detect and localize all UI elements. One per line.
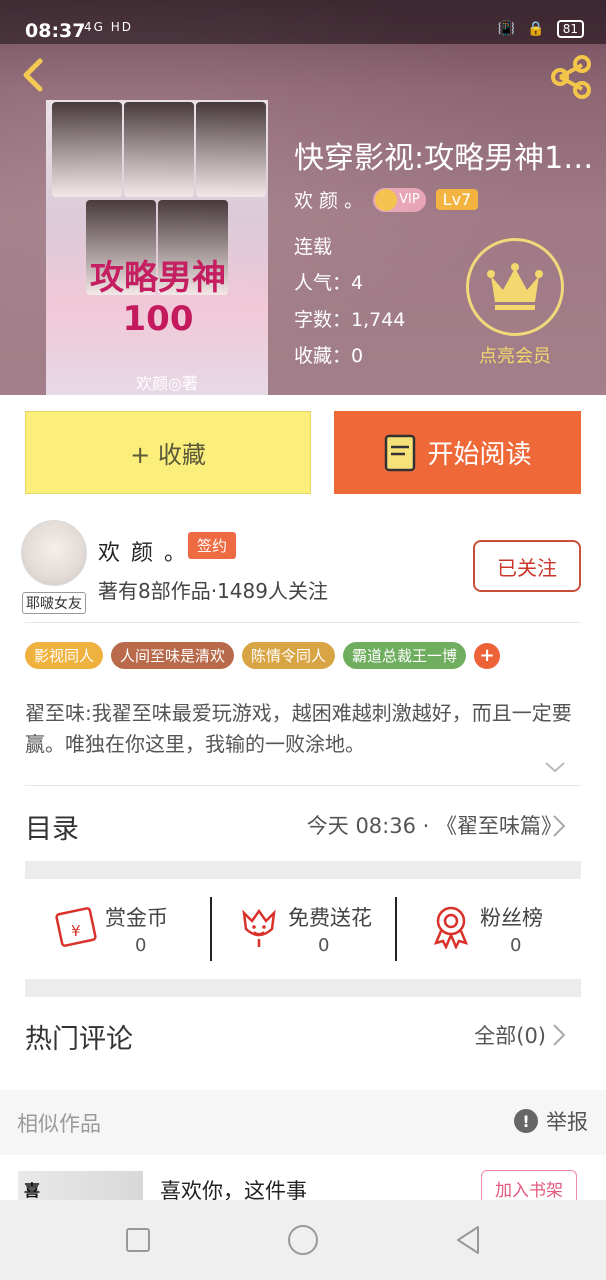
stat-value: 0 (135, 935, 147, 956)
book-header: 08:37 4G HD 📳 🔒 81 攻略男神100 欢颜◎著 快穿影视:攻略男… (0, 0, 606, 395)
section-divider (25, 979, 581, 997)
share-button[interactable] (548, 55, 596, 99)
avatar-tag: 耶啵女友 (22, 592, 86, 614)
tag-item[interactable]: 陈情令同人 (242, 642, 336, 669)
report-button[interactable]: ! 举报 (514, 1106, 588, 1136)
network-indicator: 4G HD (84, 20, 134, 34)
similar-book-title: 喜欢你，这件事 (160, 1179, 307, 1200)
collect-button[interactable]: + 收藏 (25, 411, 311, 494)
book-title: 快穿影视:攻略男神100... (294, 141, 604, 176)
status-time: 08:37 (25, 20, 86, 42)
chevron-right-icon (553, 815, 566, 837)
exclamation-icon: ! (514, 1109, 538, 1133)
status-icons: 📳 🔒 81 (498, 20, 584, 38)
divider (25, 622, 581, 623)
start-reading-label: 开始阅读 (427, 440, 532, 470)
book-description: 翟至味:我翟至味最爱玩游戏，越困难越刺激越好，而且一定要赢。唯独在你这里，我输的… (25, 701, 572, 756)
start-reading-button[interactable]: 开始阅读 (334, 411, 581, 494)
signed-badge: 签约 (188, 532, 237, 559)
avatar[interactable] (21, 520, 87, 586)
tag-item[interactable]: 人间至味是清欢 (111, 642, 235, 669)
section-divider (25, 861, 581, 879)
crown-icon (375, 188, 398, 211)
share-icon (551, 55, 591, 99)
tag-item[interactable]: 影视同人 (25, 642, 104, 669)
author-stats: 著有8部作品·1489人关注 (98, 579, 328, 603)
toc-label[interactable]: 目录 (25, 807, 79, 846)
flower-icon (242, 908, 276, 947)
similar-cover-text: 喜 (24, 1181, 41, 1200)
expand-description-button[interactable] (543, 757, 567, 777)
badge-ribbon-icon (433, 906, 469, 949)
divider (25, 785, 581, 786)
book-cover[interactable]: 攻略男神100 欢颜◎著 (46, 100, 268, 395)
vibrate-icon: 📳 (497, 21, 516, 37)
cover-portrait (124, 102, 194, 197)
author-row[interactable]: 欢 颜 。 VIP Lv7 (294, 186, 479, 213)
popularity: 人气：4 (294, 272, 364, 294)
add-tag-button[interactable]: + (474, 642, 501, 669)
stat-label: 赏金币 (105, 906, 168, 930)
member-button[interactable]: 点亮会员 (466, 238, 564, 368)
tag-item[interactable]: 霸道总裁王一博 (343, 642, 467, 669)
cover-portrait (86, 200, 156, 295)
similar-book-cover: 喜 (18, 1171, 143, 1200)
free-flower-button[interactable]: 免费送花 0 (208, 895, 394, 965)
toc-latest-chapter[interactable]: 今天 08:36 · 《翟至味篇》 (307, 810, 562, 840)
cover-portrait (52, 102, 122, 197)
favorites-count: 收藏：0 (294, 345, 364, 367)
author-name[interactable]: 欢 颜 。 (98, 535, 188, 567)
hot-comments-label: 热门评论 (25, 1024, 133, 1055)
all-comments-link[interactable]: 全部(0) (474, 1020, 546, 1050)
reward-coins-button[interactable]: ¥ 赏金币 0 (25, 895, 211, 965)
report-label: 举报 (546, 1110, 588, 1134)
chevron-down-icon (545, 762, 565, 773)
tag-list: 影视同人 人间至味是清欢 陈情令同人 霸道总裁王一博 + (25, 642, 501, 669)
fan-ranking-button[interactable]: 粉丝榜 0 (400, 895, 586, 965)
add-to-shelf-button[interactable]: 加入书架 (481, 1170, 577, 1200)
status-bar: 08:37 4G HD 📳 🔒 81 (0, 0, 606, 44)
stat-value: 0 (318, 935, 330, 956)
reward-envelope-icon: ¥ (55, 907, 97, 947)
member-label: 点亮会员 (479, 346, 551, 367)
back-button[interactable] (14, 55, 54, 95)
home-icon[interactable] (285, 1222, 321, 1258)
level-badge: Lv7 (435, 189, 479, 210)
cover-portrait (158, 200, 228, 295)
system-nav-bar (0, 1200, 606, 1280)
similar-book-card[interactable]: 喜 喜欢你，这件事 加入书架 (0, 1155, 606, 1200)
chevron-right-icon (553, 1024, 566, 1046)
similar-works-label: 相似作品 (17, 1112, 101, 1136)
book-icon (385, 434, 416, 471)
back-nav-icon[interactable] (450, 1222, 486, 1258)
follow-button[interactable]: 已关注 (473, 540, 581, 592)
chevron-left-icon (23, 58, 43, 92)
stat-separator (395, 897, 397, 961)
serial-status: 连载 (294, 236, 333, 258)
lock-icon: 🔒 (527, 21, 545, 37)
crown-icon (487, 263, 543, 310)
vip-label: VIP (399, 192, 420, 207)
stat-value: 0 (510, 935, 522, 956)
author-name: 欢 颜 。 (294, 190, 364, 212)
stat-label: 免费送花 (288, 906, 372, 930)
svg-text:¥: ¥ (71, 922, 81, 940)
word-count: 字数：1,744 (294, 309, 406, 331)
cover-title-art: 攻略男神100 (90, 258, 226, 339)
member-circle (466, 238, 564, 336)
stat-label: 粉丝榜 (480, 906, 543, 930)
recents-icon[interactable] (120, 1222, 156, 1258)
battery-indicator: 81 (556, 20, 584, 38)
cover-author-art: 欢颜◎著 (136, 374, 198, 393)
cover-portrait (196, 102, 266, 197)
vip-badge: VIP (373, 187, 426, 212)
